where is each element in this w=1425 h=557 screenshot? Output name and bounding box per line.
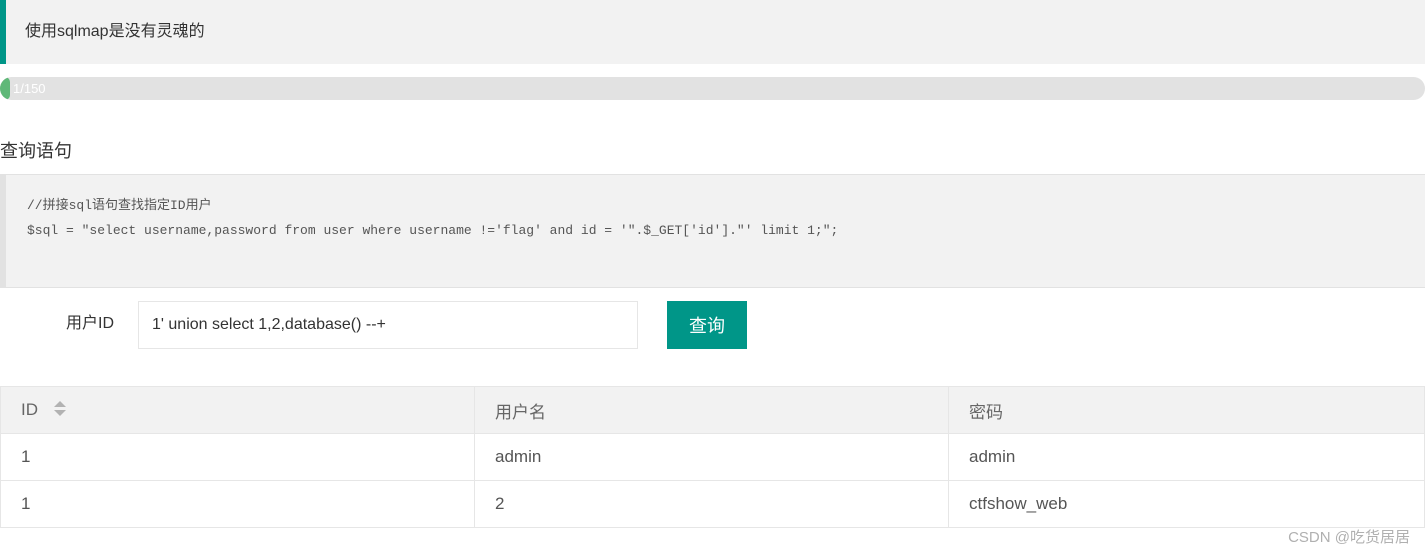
cell-id: 1 (0, 480, 475, 528)
table-row: 1 2 ctfshow_web (0, 480, 1425, 528)
table-header-row: ID 用户名 密码 (0, 386, 1425, 434)
table-row: 1 admin admin (0, 433, 1425, 481)
cell-username: admin (474, 433, 949, 481)
code-block: //拼接sql语句查找指定ID用户 $sql = "select usernam… (0, 174, 1425, 288)
progress-fill (0, 77, 10, 100)
cell-password: ctfshow_web (948, 480, 1425, 528)
cell-username: 2 (474, 480, 949, 528)
progress-label: 1/150 (13, 81, 46, 96)
banner-text: 使用sqlmap是没有灵魂的 (25, 23, 205, 40)
section-title: 查询语句 (0, 141, 72, 161)
column-header-password: 密码 (948, 386, 1425, 434)
results-table: ID 用户名 密码 1 admin admin 1 2 ctfshow_web (0, 386, 1425, 528)
page: 使用sqlmap是没有灵魂的 1/150 查询语句 //拼接sql语句查找指定I… (0, 0, 1425, 557)
code-sql-line: $sql = "select username,password from us… (27, 223, 839, 238)
column-header-username: 用户名 (474, 386, 949, 434)
query-button[interactable]: 查询 (667, 301, 747, 349)
sort-ascending-icon[interactable] (53, 400, 66, 407)
sort-icon[interactable] (53, 400, 67, 418)
cell-id: 1 (0, 433, 475, 481)
column-header-label: ID (21, 400, 38, 419)
progress-bar: 1/150 (0, 77, 1425, 100)
user-id-label: 用户ID (66, 315, 115, 332)
watermark: CSDN @吃货居居 (1288, 529, 1410, 546)
column-header-id[interactable]: ID (0, 386, 475, 434)
cell-password: admin (948, 433, 1425, 481)
sort-descending-icon[interactable] (53, 409, 66, 416)
notice-banner: 使用sqlmap是没有灵魂的 (0, 0, 1425, 64)
code-comment-line: //拼接sql语句查找指定ID用户 (27, 198, 212, 213)
user-id-input[interactable] (138, 301, 638, 349)
